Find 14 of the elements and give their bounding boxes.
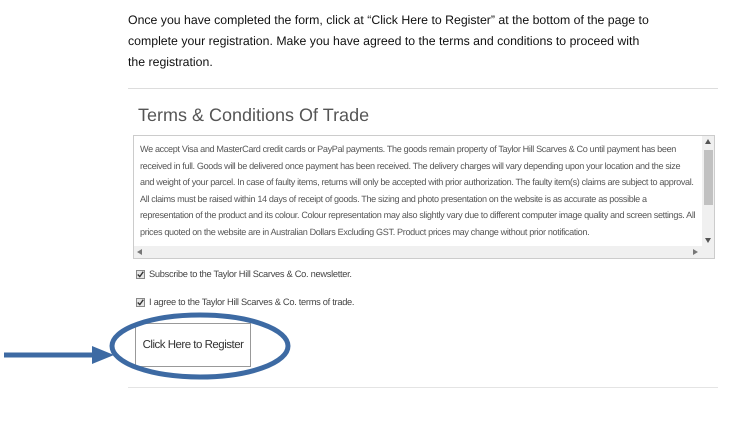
scroll-up-icon[interactable] — [705, 139, 711, 144]
form-title: Terms & Conditions Of Trade — [138, 105, 370, 126]
checkbox-label: I agree to the Taylor Hill Scarves & Co. terms of trade. — [149, 297, 354, 307]
instruction-paragraph: Once you have completed the form, click at “Click Here to Register” at the bottom of the page to complete your registration. Make you have agreed to the terms and conditions to proceed with the registration. — [128, 12, 650, 71]
checkbox-label: Subscribe to the Taylor Hill Scarves & Co. newsletter. — [149, 269, 352, 279]
vertical-scrollbar[interactable] — [702, 136, 714, 246]
scroll-down-icon[interactable] — [705, 238, 711, 243]
checkbox[interactable] — [136, 270, 145, 278]
scroll-left-icon[interactable] — [137, 249, 142, 255]
terms-text-area[interactable]: We accept Visa and MasterCard credit cards or PayPal payments. The goods remain property of Taylor Hill Scarves & Co until payment has been received in full. Goods will be delivered once payment has been received. The delivery charges will vary depending upon your location and the size and weight of your parcel. In case of faulty items, returns will only be accepted with prior authorization. The faulty item(s) claims are subject to approval. All claims must be raised within 14 days of receipt of goods. The sizing and photo presentation on the website is as accurate as possible a representation of the product and its colour. Colour representation may also slightly vary due to different computer image quality and screen settings. All prices quoted on the website are in Australian Dollars Excluding GST. Product prices may change without prior notification. — [133, 135, 715, 259]
scroll-right-icon[interactable] — [693, 249, 698, 255]
register-button[interactable]: Click Here to Register — [135, 323, 251, 367]
checkbox[interactable] — [136, 298, 145, 306]
horizontal-scrollbar[interactable] — [134, 246, 714, 258]
